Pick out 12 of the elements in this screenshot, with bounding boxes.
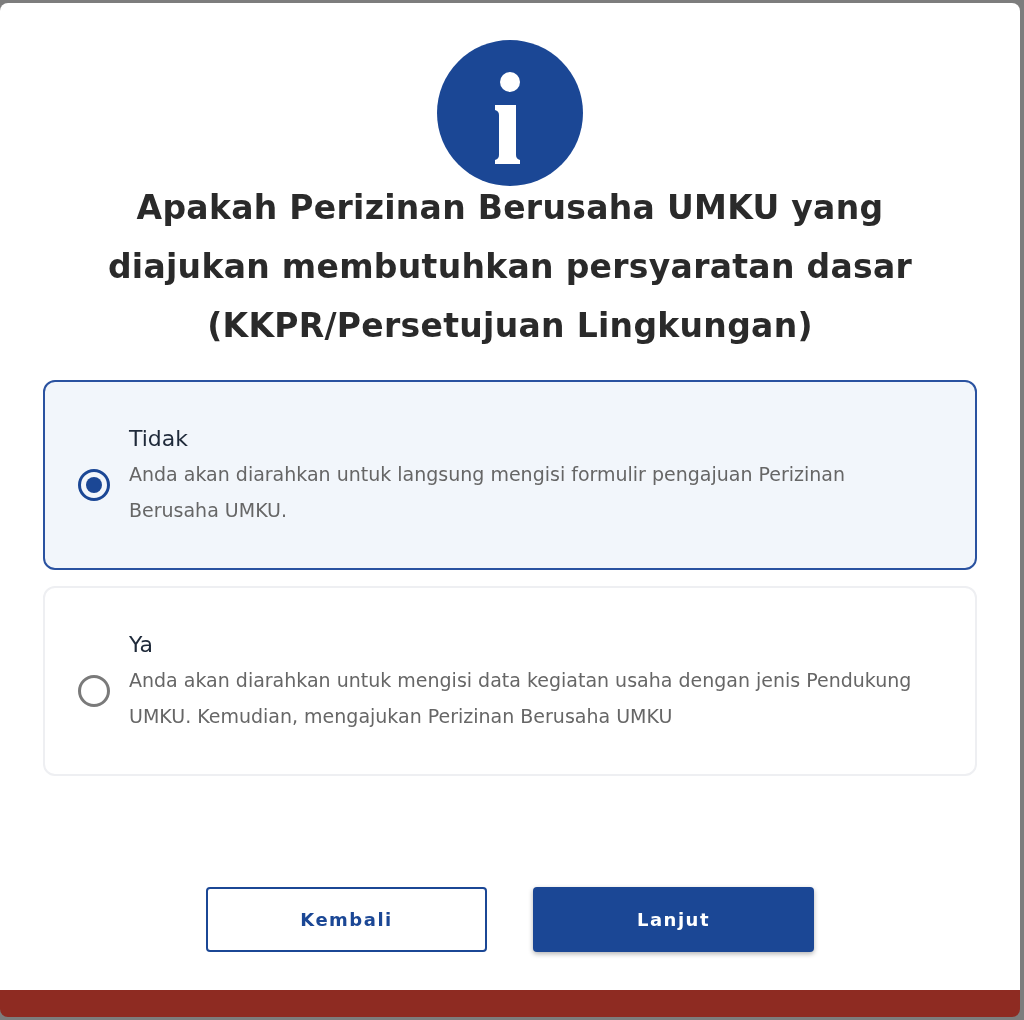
back-button[interactable]: Kembali: [206, 887, 487, 952]
option-label: Tidak: [129, 425, 190, 453]
radio-button[interactable]: [78, 675, 110, 707]
dialog-title: Apakah Perizinan Berusaha UMKU yang diajukan membutuhkan persyaratan dasar (KKPR/Persetujuan Lingkungan): [106, 187, 914, 347]
option-card[interactable]: Ya Anda akan diarahkan untuk mengisi data kegiatan usaha dengan jenis Pendukung UMKU. Kemudian, mengajukan Perizinan Berusaha UMKU: [43, 586, 977, 776]
option-label: Ya: [129, 631, 154, 659]
radio-button[interactable]: [78, 469, 110, 501]
option-description: Anda akan diarahkan untuk mengisi data kegiatan usaha dengan jenis Pendukung UMKU. Kemudian, mengajukan Perizinan Berusaha UMKU: [129, 668, 913, 729]
option-description: Anda akan diarahkan untuk langsung mengisi formulir pengajuan Perizinan Berusaha UMKU.: [129, 462, 847, 523]
info-icon: [437, 40, 583, 186]
next-button[interactable]: Lanjut: [533, 887, 814, 952]
option-card[interactable]: Tidak Anda akan diarahkan untuk langsung mengisi formulir pengajuan Perizinan Berusaha UMKU.: [43, 380, 977, 570]
